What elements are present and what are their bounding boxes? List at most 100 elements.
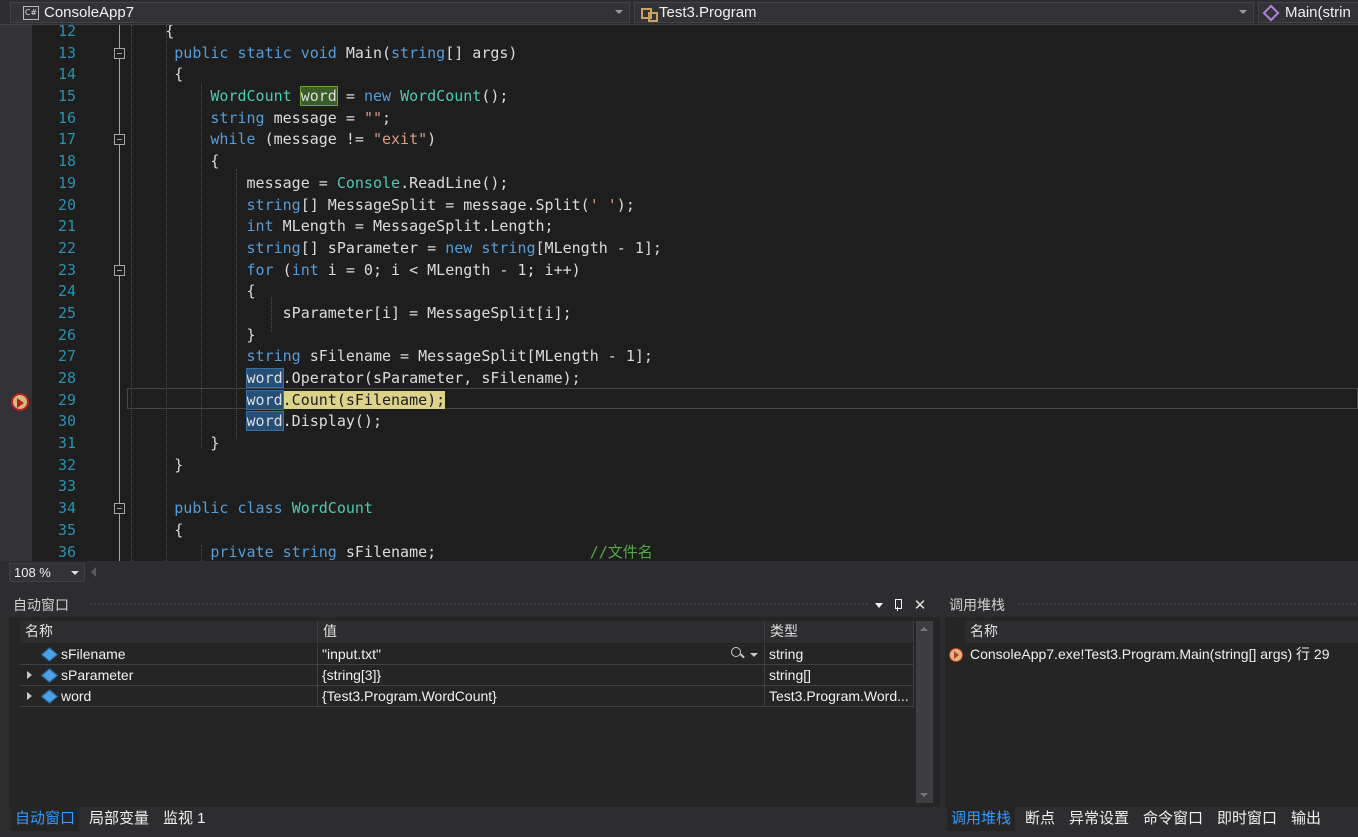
variable-type: Test3.Program.Word... xyxy=(769,688,909,704)
tab-locals[interactable]: 局部变量 xyxy=(85,807,153,831)
line-number: 33 xyxy=(57,477,76,496)
autos-header: 自动窗口 ✕ xyxy=(9,593,940,617)
variable-icon xyxy=(43,669,55,681)
tab-autos[interactable]: 自动窗口 xyxy=(11,807,80,831)
text-visualizer-icon[interactable] xyxy=(730,647,744,661)
line-number: 36 xyxy=(57,542,76,561)
table-row[interactable]: sParameter {string[3]} string[] xyxy=(20,665,914,686)
line-number: 35 xyxy=(57,520,76,539)
variable-value: {string[3]} xyxy=(322,667,382,683)
chevron-down-icon xyxy=(1239,10,1247,14)
drag-grip[interactable] xyxy=(1017,602,1358,607)
line-number: 26 xyxy=(57,325,76,344)
column-header-type[interactable]: 类型 xyxy=(765,621,914,643)
tab-breakpoints[interactable]: 断点 xyxy=(1021,807,1059,831)
project-dropdown[interactable]: C# ConsoleApp7 xyxy=(10,2,630,23)
close-icon[interactable]: ✕ xyxy=(911,593,929,617)
line-number: 13 xyxy=(57,43,76,62)
autos-tab-strip: 自动窗口 局部变量 监视 1 xyxy=(9,807,940,837)
editor-zoom-bar: 108 % xyxy=(0,561,1358,583)
variable-name: sParameter xyxy=(61,667,134,683)
column-header-value[interactable]: 值 xyxy=(318,621,765,643)
drag-grip[interactable] xyxy=(89,602,869,607)
column-header-name[interactable]: 名称 xyxy=(20,621,318,643)
pin-icon[interactable] xyxy=(889,593,907,617)
line-number: 32 xyxy=(57,455,76,474)
line-number: 34 xyxy=(57,499,76,518)
line-number: 31 xyxy=(57,434,76,453)
csharp-project-icon: C# xyxy=(23,5,39,20)
scroll-left-icon[interactable] xyxy=(91,567,96,577)
variable-value-cell[interactable]: {string[3]} xyxy=(318,665,765,685)
tab-command-window[interactable]: 命令窗口 xyxy=(1139,807,1207,831)
variable-value-cell[interactable]: "input.txt" xyxy=(318,644,765,664)
navigation-bar: C# ConsoleApp7 Test3.Program Main(strin xyxy=(0,0,1358,25)
autos-title: 自动窗口 xyxy=(13,597,69,613)
zoom-dropdown[interactable]: 108 % xyxy=(9,563,85,582)
code-lines[interactable]: 12 { 13 public static void Main(string[]… xyxy=(0,25,1358,561)
variable-name-cell: word xyxy=(20,686,318,706)
line-number: 29 xyxy=(57,390,76,409)
member-name: Main(strin xyxy=(1285,4,1351,21)
column-header-name[interactable]: 名称 xyxy=(965,621,1358,643)
variable-type-cell: string xyxy=(765,644,914,664)
line-number: 12 xyxy=(57,25,76,40)
line-number: 18 xyxy=(57,152,76,171)
call-stack-title: 调用堆栈 xyxy=(949,597,1005,613)
variable-icon xyxy=(43,648,55,660)
call-stack-frame-text: ConsoleApp7.exe!Test3.Program.Main(strin… xyxy=(970,646,1330,662)
table-row[interactable]: word {Test3.Program.WordCount} Test3.Pro… xyxy=(20,686,914,707)
call-stack-header: 调用堆栈 xyxy=(945,593,1358,617)
scroll-up-icon[interactable] xyxy=(920,627,928,631)
line-number: 22 xyxy=(57,238,76,257)
debug-tab-strip: 调用堆栈 断点 异常设置 命令窗口 即时窗口 输出 xyxy=(945,807,1358,837)
expand-arrow-icon[interactable] xyxy=(27,671,32,679)
variable-value: {Test3.Program.WordCount} xyxy=(322,688,497,704)
line-number: 16 xyxy=(57,108,76,127)
variable-value: "input.txt" xyxy=(322,646,381,662)
variable-icon xyxy=(43,690,55,702)
line-number: 30 xyxy=(57,412,76,431)
scroll-down-icon[interactable] xyxy=(920,793,928,797)
variable-type: string[] xyxy=(769,667,812,683)
call-stack-frame[interactable]: ConsoleApp7.exe!Test3.Program.Main(strin… xyxy=(945,644,1358,665)
current-statement-arrow-icon[interactable] xyxy=(11,392,29,411)
line-number: 17 xyxy=(57,130,76,149)
line-number: 19 xyxy=(57,173,76,192)
code-editor[interactable]: 12 { 13 public static void Main(string[]… xyxy=(0,25,1358,561)
zoom-level: 108 % xyxy=(14,565,51,580)
variable-name: sFilename xyxy=(61,646,126,662)
member-dropdown[interactable]: Main(strin xyxy=(1258,2,1358,23)
tab-output[interactable]: 输出 xyxy=(1287,807,1325,831)
variable-type-cell: Test3.Program.Word... xyxy=(765,686,914,706)
variable-value-cell[interactable]: {Test3.Program.WordCount} xyxy=(318,686,765,706)
line-number: 15 xyxy=(57,87,76,106)
table-row[interactable]: sFilename "input.txt" string xyxy=(20,644,914,665)
line-number: 25 xyxy=(57,303,76,322)
current-frame-icon xyxy=(949,648,963,662)
type-name: Test3.Program xyxy=(659,4,757,21)
type-dropdown[interactable]: Test3.Program xyxy=(634,2,1254,23)
tab-immediate-window[interactable]: 即时窗口 xyxy=(1213,807,1281,831)
call-stack-window: 调用堆栈 名称 ConsoleApp7.exe!Test3.Program.Ma… xyxy=(945,593,1358,807)
variable-type: string xyxy=(769,646,804,662)
window-position-dropdown-icon[interactable] xyxy=(870,593,888,617)
chevron-down-icon xyxy=(71,571,79,575)
tab-exception-settings[interactable]: 异常设置 xyxy=(1065,807,1133,831)
expand-arrow-icon[interactable] xyxy=(27,692,32,700)
tab-watch-1[interactable]: 监视 1 xyxy=(159,807,210,831)
variable-name-cell: sFilename xyxy=(20,644,318,664)
class-icon xyxy=(640,6,658,22)
line-number: 27 xyxy=(57,347,76,366)
line-number: 21 xyxy=(57,217,76,236)
variable-name-cell: sParameter xyxy=(20,665,318,685)
line-number: 20 xyxy=(57,195,76,214)
vertical-scrollbar[interactable] xyxy=(916,621,933,803)
tab-call-stack[interactable]: 调用堆栈 xyxy=(947,807,1016,831)
variable-name: word xyxy=(61,688,92,704)
line-number: 14 xyxy=(57,65,76,84)
method-icon xyxy=(1262,4,1280,21)
variable-type-cell: string[] xyxy=(765,665,914,685)
line-number: 28 xyxy=(57,369,76,387)
chevron-down-icon[interactable] xyxy=(750,653,758,657)
